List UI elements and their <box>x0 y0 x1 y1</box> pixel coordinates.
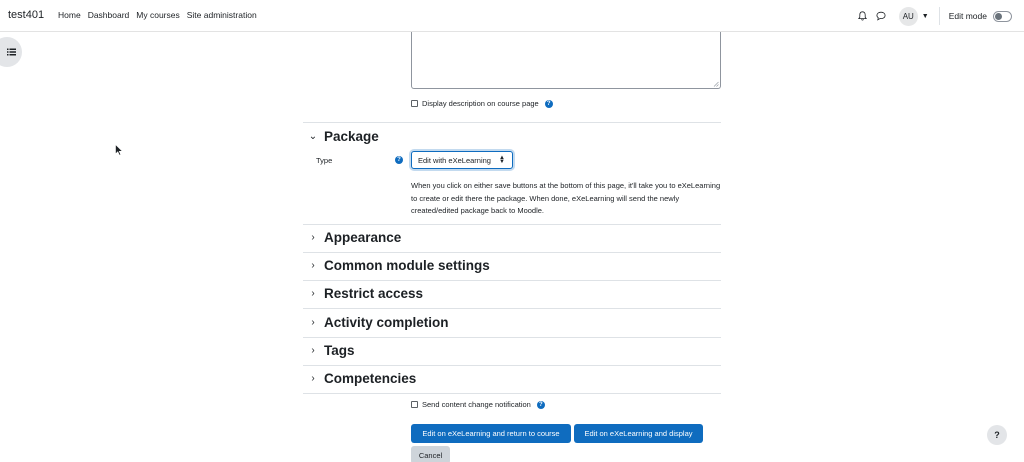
section-divider <box>303 280 721 281</box>
nav-home[interactable]: Home <box>58 10 81 20</box>
chevron-right-icon: › <box>311 232 315 243</box>
user-nav: AU ▼ Edit mode <box>855 6 1012 26</box>
bell-icon[interactable] <box>855 8 871 24</box>
description-textarea[interactable] <box>411 32 721 89</box>
section-appearance[interactable]: › Appearance <box>308 230 401 245</box>
site-brand[interactable]: test401 <box>8 9 44 21</box>
section-tags[interactable]: › Tags <box>308 343 355 358</box>
chevron-right-icon: › <box>311 260 315 271</box>
section-restrict-access[interactable]: › Restrict access <box>308 286 423 301</box>
primary-navigation: Home Dashboard My courses Site administr… <box>58 10 257 20</box>
section-title: Appearance <box>324 230 402 245</box>
edit-mode-toggle[interactable] <box>993 10 1012 22</box>
display-description-row: Display description on course page ? <box>411 99 553 108</box>
type-label: Type <box>316 156 333 165</box>
section-title: Common module settings <box>324 258 490 273</box>
section-divider <box>303 393 721 394</box>
chevron-right-icon: › <box>311 373 315 384</box>
section-package[interactable]: ⌄ Package <box>308 129 379 144</box>
send-notification-checkbox[interactable] <box>411 401 418 408</box>
chevron-right-icon: › <box>311 345 315 356</box>
type-select[interactable]: Edit with eXeLearning ▲ ▼ <box>411 151 513 169</box>
section-title: Restrict access <box>324 286 424 301</box>
course-index-toggle[interactable] <box>0 37 22 67</box>
nav-site-administration[interactable]: Site administration <box>187 10 257 20</box>
send-notification-row: Send content change notification ? <box>411 400 545 409</box>
list-icon <box>6 48 16 56</box>
nav-my-courses[interactable]: My courses <box>136 10 179 20</box>
section-divider <box>303 122 721 123</box>
edit-mode-label: Edit mode <box>948 11 987 21</box>
save-return-button[interactable]: Edit on eXeLearning and return to course <box>411 424 571 443</box>
section-title: Activity completion <box>324 315 449 330</box>
send-notification-label[interactable]: Send content change notification <box>422 400 531 409</box>
help-button[interactable]: ? <box>987 425 1007 445</box>
chevron-down-icon: ⌄ <box>308 131 318 142</box>
cancel-button[interactable]: Cancel <box>411 446 450 462</box>
help-icon[interactable]: ? <box>544 99 553 108</box>
section-title: Package <box>324 129 379 144</box>
display-description-label[interactable]: Display description on course page <box>422 99 539 108</box>
select-arrows-icon: ▲ ▼ <box>499 155 505 165</box>
resize-handle-icon[interactable] <box>713 81 719 87</box>
mouse-cursor-icon <box>115 144 123 156</box>
display-description-checkbox[interactable] <box>411 100 418 107</box>
help-icon[interactable]: ? <box>536 400 545 409</box>
chevron-down-icon[interactable]: ▼ <box>922 13 929 20</box>
section-common-module-settings[interactable]: › Common module settings <box>308 258 490 273</box>
chevron-right-icon: › <box>311 288 315 299</box>
section-divider <box>303 365 721 366</box>
chat-bubble-icon[interactable] <box>873 8 889 24</box>
section-activity-completion[interactable]: › Activity completion <box>308 315 449 330</box>
nav-divider <box>938 7 940 25</box>
chevron-right-icon: › <box>311 317 315 328</box>
package-description: When you click on either save buttons at… <box>411 181 721 215</box>
nav-dashboard[interactable]: Dashboard <box>88 10 130 20</box>
section-divider <box>303 308 721 309</box>
section-title: Competencies <box>324 371 417 386</box>
section-divider <box>303 337 721 338</box>
type-select-value: Edit with eXeLearning <box>418 155 491 165</box>
user-avatar[interactable]: AU <box>898 6 918 26</box>
save-display-button[interactable]: Edit on eXeLearning and display <box>574 424 703 443</box>
section-title: Tags <box>324 343 355 358</box>
help-icon[interactable]: ? <box>395 156 403 164</box>
section-divider <box>303 224 721 225</box>
section-divider <box>303 252 721 253</box>
section-competencies[interactable]: › Competencies <box>308 371 416 386</box>
top-navbar: test401 Home Dashboard My courses Site a… <box>0 0 1024 32</box>
